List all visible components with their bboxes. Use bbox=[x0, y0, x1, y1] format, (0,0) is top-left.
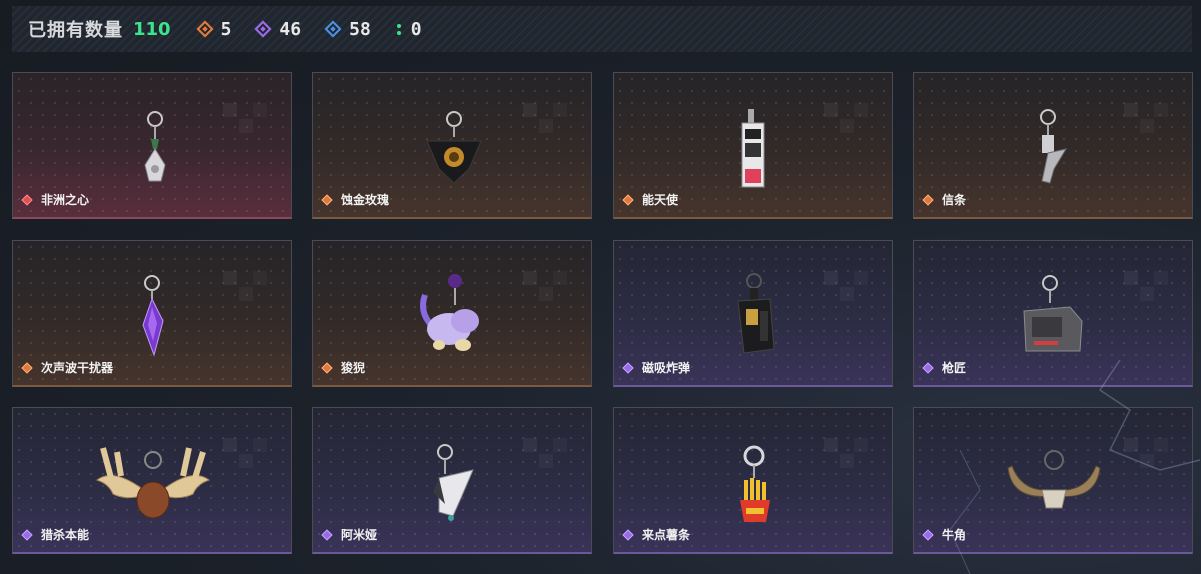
charm-name: 来点薯条 bbox=[642, 528, 691, 542]
rarity-diamond-icon bbox=[622, 528, 634, 541]
charm-name: 信条 bbox=[942, 193, 967, 207]
charm-card[interactable]: 来点薯条 bbox=[613, 407, 893, 554]
charm-card[interactable]: 狻猊 bbox=[312, 240, 592, 387]
green-diamond-icon bbox=[396, 23, 401, 28]
owned-label: 已拥有数量 bbox=[28, 20, 123, 41]
charm-card[interactable]: 信条 bbox=[913, 72, 1193, 219]
charm-card[interactable]: 次声波干扰器 bbox=[12, 240, 292, 387]
charm-name: 蚀金玫瑰 bbox=[341, 193, 390, 207]
charm-card[interactable]: 蚀金玫瑰 bbox=[312, 72, 592, 219]
rarity-diamond-icon bbox=[21, 361, 33, 374]
rarity-diamond-icon bbox=[321, 528, 333, 541]
stat-green: 0 bbox=[396, 18, 422, 40]
stat-purple: 46 bbox=[254, 18, 302, 40]
lightning-decoration bbox=[949, 360, 1201, 574]
rarity-diamond-icon bbox=[321, 193, 333, 206]
blue-diamond-icon bbox=[324, 20, 342, 38]
charm-card[interactable]: 能天使 bbox=[613, 72, 893, 219]
rarity-diamond-icon bbox=[21, 528, 33, 541]
charm-name: 能天使 bbox=[642, 193, 679, 207]
stat-orange-value: 5 bbox=[220, 18, 232, 40]
charm-name: 磁吸炸弹 bbox=[642, 361, 691, 375]
stat-purple-value: 46 bbox=[279, 18, 302, 40]
rarity-diamond-icon bbox=[321, 361, 333, 374]
charm-card[interactable]: 猎杀本能 bbox=[12, 407, 292, 554]
orange-diamond-icon bbox=[196, 20, 214, 38]
stat-blue: 58 bbox=[324, 18, 371, 40]
charm-card[interactable]: 非洲之心 bbox=[12, 72, 292, 219]
stat-blue-value: 58 bbox=[349, 18, 371, 40]
owned-count: 110 bbox=[133, 18, 171, 40]
stat-green-value: 0 bbox=[410, 18, 422, 40]
charm-name: 阿米娅 bbox=[341, 528, 378, 542]
rarity-diamond-icon bbox=[622, 361, 634, 374]
owned-summary-bar: 已拥有数量 110 5 46 58 0 bbox=[12, 6, 1192, 52]
charm-card[interactable]: 阿米娅 bbox=[312, 407, 592, 554]
rarity-diamond-icon bbox=[922, 193, 934, 206]
stat-orange: 5 bbox=[196, 18, 232, 40]
charm-name: 狻猊 bbox=[341, 361, 366, 375]
purple-diamond-icon bbox=[254, 20, 272, 38]
charm-name: 猎杀本能 bbox=[41, 528, 90, 542]
charm-card[interactable]: 磁吸炸弹 bbox=[613, 240, 893, 387]
charm-name: 非洲之心 bbox=[41, 193, 90, 207]
charm-name: 次声波干扰器 bbox=[41, 361, 114, 375]
rarity-diamond-icon bbox=[622, 193, 634, 206]
rarity-diamond-icon bbox=[21, 193, 33, 206]
